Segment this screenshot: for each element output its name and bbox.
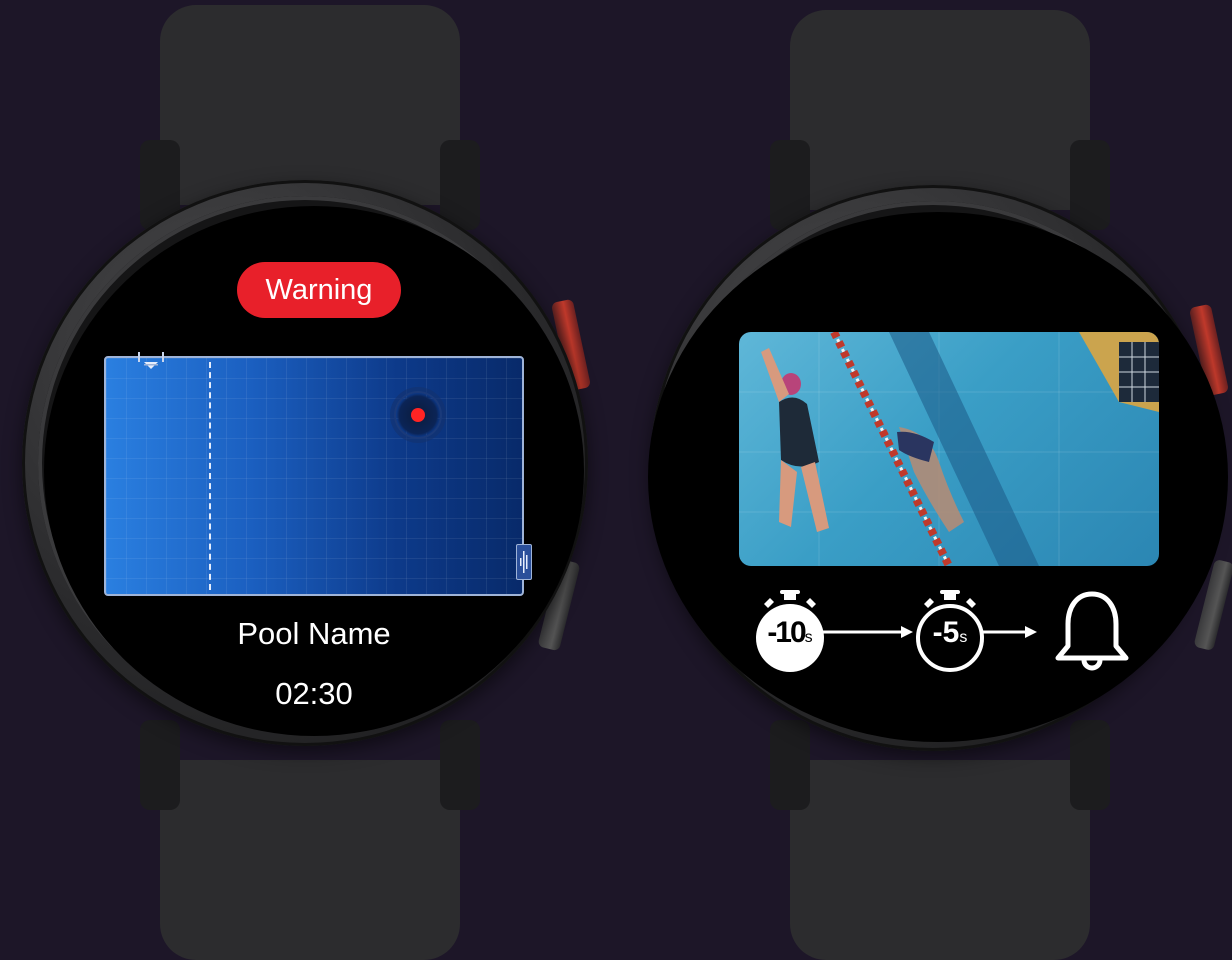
watch-strap-bottom xyxy=(790,760,1090,960)
countdown-step-label: -5 xyxy=(932,616,960,649)
pool-name-label: Pool Name xyxy=(237,616,391,651)
watch-lug xyxy=(440,720,480,810)
right-watch: -10s -5s xyxy=(620,0,1232,960)
bell-icon xyxy=(1054,588,1130,672)
watch-lug xyxy=(140,720,180,810)
pool-boundary-line xyxy=(209,362,211,590)
watch-lug xyxy=(770,720,810,810)
ladder-icon xyxy=(516,544,532,580)
left-watch: Warning Pool Name 02:30 xyxy=(0,0,620,960)
pool-map[interactable] xyxy=(104,352,532,596)
warning-badge[interactable]: Warning xyxy=(237,262,401,318)
watch-screen: Warning Pool Name 02:30 xyxy=(44,206,584,736)
watch-screen: -10s -5s xyxy=(648,212,1228,742)
watch-strap-top xyxy=(160,5,460,205)
pool-video-frame xyxy=(739,332,1159,566)
countdown-step-unit: s xyxy=(804,629,813,646)
swimmer-position-dot xyxy=(411,408,425,422)
countdown-step-unit: s xyxy=(959,629,968,646)
watch-strap-bottom xyxy=(160,760,460,960)
stopwatch-icon: -5s xyxy=(914,590,986,674)
swimming-pool-video-feed[interactable] xyxy=(739,332,1159,566)
countdown-step-label: -10 xyxy=(767,616,806,649)
timer-display: 02:30 xyxy=(275,676,353,711)
stopwatch-icon: -10s xyxy=(754,590,826,674)
swimmer-position-marker[interactable] xyxy=(396,393,440,437)
watch-strap-top xyxy=(790,10,1090,210)
watch-lug xyxy=(1070,720,1110,810)
watch-lug xyxy=(440,140,480,230)
watch-lug xyxy=(1070,140,1110,230)
ladder-icon xyxy=(138,352,164,369)
